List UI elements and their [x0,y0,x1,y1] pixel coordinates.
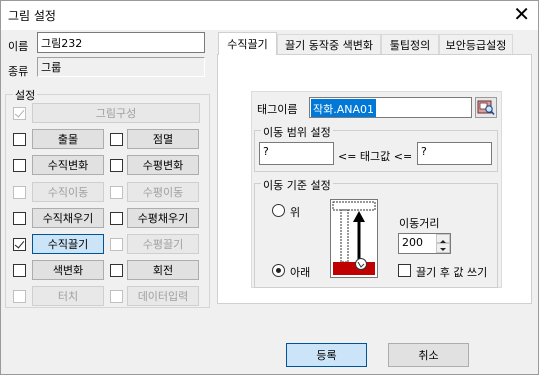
checkbox-right-1[interactable] [110,133,123,146]
window-title: 그림 설정 [8,9,56,23]
checkbox-right-5 [110,238,123,251]
tag-browse-button[interactable] [475,97,497,118]
setting-button-right-6[interactable]: 회전 [127,260,199,280]
move-distance-label: 이동거리 [399,217,440,230]
range-group-title: 이동 범위 설정 [261,124,333,140]
setting-button-left-4[interactable]: 수직채우기 [32,208,104,228]
checkbox-left-7 [13,290,26,303]
radio-top[interactable] [272,204,285,217]
drag-preview-image [330,199,378,278]
title-bar: 그림 설정 ✕ [1,1,538,30]
tag-name-field[interactable]: 작화.ANA01 [309,97,472,118]
spin-down-icon[interactable] [436,243,450,253]
setting-button-left-7: 터치 [32,286,104,306]
kind-label: 종류 [8,65,29,78]
checkbox-left-6[interactable] [13,264,26,277]
setting-button-right-1[interactable]: 점멸 [127,129,199,149]
setting-button-left-6[interactable]: 색변화 [32,260,104,280]
checkbox-left-5[interactable] [13,238,26,251]
range-middle-label: <= 태그값 <= [338,150,413,163]
setting-button-left-2[interactable]: 수직변화 [32,155,104,175]
tag-name-label: 태그이름 [257,103,298,116]
name-label: 이름 [8,40,29,53]
radio-bottom-label: 아래 [290,266,311,279]
checkbox-right-2[interactable] [110,159,123,172]
write-after-drag-checkbox[interactable] [398,264,411,277]
tab-security-level[interactable]: 보안등급설정 [439,34,513,54]
register-button[interactable]: 등록 [286,343,367,367]
checkbox-right-7 [110,290,123,303]
vertical-drag-preview-icon [332,201,376,275]
tag-name-value: 작화.ANA01 [311,99,377,117]
tab-tooltip[interactable]: 툴팁정의 [381,34,439,54]
settings-dialog: 그림 설정 ✕ 이름 그림232 종류 그룹 설정 그림구성 출몰 점멸 수직변화 수평… [0,0,539,375]
range-max-field[interactable]: ? [417,142,492,165]
setting-button-left-1[interactable]: 출몰 [32,129,104,149]
setting-button-right-3: 수평이동 [127,182,199,202]
setting-button-left-3: 수직이동 [32,182,104,202]
setting-button-left-5[interactable]: 수직끌기 [32,234,104,254]
setting-button-right-7: 데이터입력 [127,286,199,306]
setting-button-right-2[interactable]: 수평변화 [127,155,199,175]
close-icon[interactable]: ✕ [513,3,530,25]
kind-value: 그룹 [37,57,205,77]
checkbox-left-2[interactable] [13,159,26,172]
write-after-drag-label: 끌기 후 값 쓰기 [416,266,488,279]
checkbox-left-0 [13,107,26,120]
setting-button-right-5: 수평끌기 [127,234,199,254]
base-group-title: 이동 기준 설정 [261,177,333,193]
checkbox-right-4[interactable] [110,212,123,225]
checkbox-right-3 [110,186,123,199]
cancel-button[interactable]: 취소 [388,343,469,367]
radio-bottom[interactable] [272,264,285,277]
spin-down-arrow [440,248,446,251]
tab-vertical-drag[interactable]: 수직끌기 [218,32,277,55]
checkbox-right-6[interactable] [110,264,123,277]
setting-button-left-0: 그림구성 [32,103,200,123]
checkbox-left-3 [13,186,26,199]
radio-top-label: 위 [290,206,301,219]
setting-button-right-4[interactable]: 수평채우기 [127,208,199,228]
range-min-field[interactable]: ? [259,142,334,165]
settings-group-title: 설정 [13,87,38,103]
tab-drag-color-change[interactable]: 끌기 동작중 색변화 [277,34,381,54]
spin-up-icon[interactable] [436,234,450,243]
name-field[interactable]: 그림232 [37,32,205,53]
move-distance-value: 200 [402,236,423,249]
checkbox-left-1[interactable] [13,133,26,146]
tag-browse-icon [477,100,495,116]
checkbox-left-4[interactable] [13,212,26,225]
